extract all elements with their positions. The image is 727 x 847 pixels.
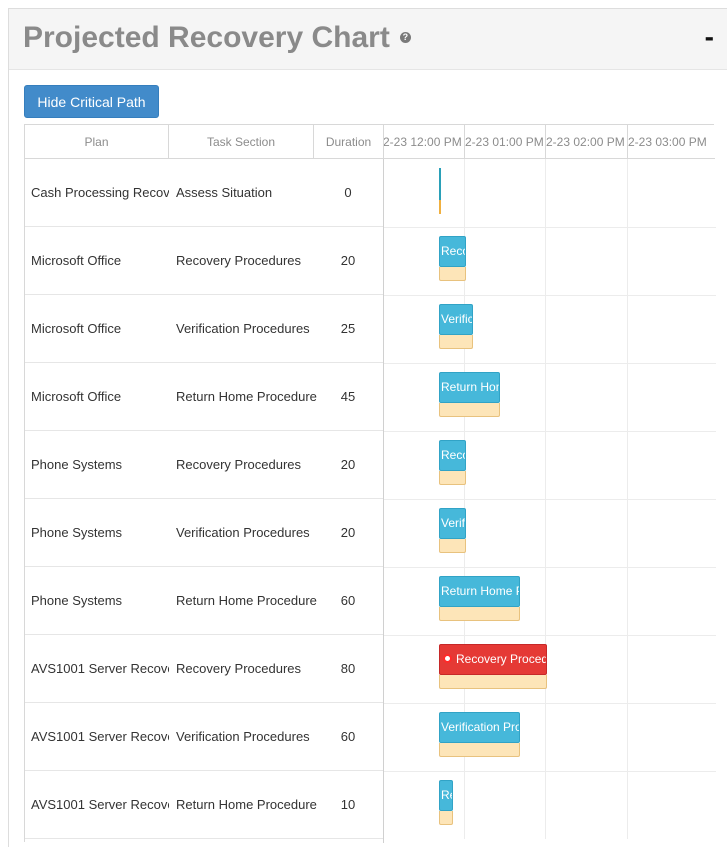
task-bar-label: Return Home Procedure [441,584,519,598]
timeline-header-hour-2: 2-23 01:00 PM [465,125,546,159]
plan-cell: Microsoft Office [31,389,122,404]
task-section-cell: Return Home Procedure [176,389,317,404]
baseline-bar [439,471,466,485]
row-gridline [384,431,716,432]
task-bar[interactable]: Verification Procedures [439,712,520,743]
plan-cell: Cash Processing Recovery [31,185,169,200]
task-bar-label: Return Home Procedure [441,380,499,394]
task-bar-label: Verification Procedures [441,312,472,326]
duration-cell: 60 [340,593,356,608]
duration-cell: 10 [340,797,356,812]
task-section-cell: Recovery Procedures [176,457,301,472]
plan-cell: AVS1001 Server Recovery [31,661,169,676]
task-bar-label: Recovery Procedures [441,448,465,462]
duration-cell: 20 [340,253,356,268]
row-gridline [384,363,716,364]
table-row[interactable]: Phone Systems Recovery Procedures 20 [25,431,384,499]
hide-critical-path-button[interactable]: Hide Critical Path [24,85,159,118]
row-gridline [384,703,716,704]
baseline-bar [439,335,473,349]
duration-cell: 0 [344,185,352,200]
plan-cell: Microsoft Office [31,321,122,336]
task-bar[interactable]: Return Home Procedure [439,372,500,403]
task-bar[interactable]: Recovery Procedures [439,236,466,267]
baseline-bar [439,539,466,553]
table-row[interactable]: Cash Processing Recovery Assess Situation… [25,159,384,227]
baseline-bar [439,811,453,825]
duration-cell: 25 [340,321,356,336]
duration-cell: 45 [340,389,356,404]
task-bar[interactable]: Recovery Procedures [439,440,466,471]
gantt-grid: Plan Task Section Duration 2-23 12:00 PM… [24,124,716,843]
column-header-task-section[interactable]: Task Section [169,125,314,159]
task-bar-label: Return Home Procedure [441,788,452,802]
table-row[interactable]: Phone Systems Return Home Procedure 60 [25,567,384,635]
duration-cell: 20 [340,457,356,472]
row-gridline [384,635,716,636]
table-row[interactable]: AVS1001 Server Recovery Recovery Procedur… [25,635,384,703]
timeline-header-hour-3: 2-23 02:00 PM [546,125,628,159]
row-gridline [384,227,716,228]
baseline-bar [439,743,520,757]
row-gridline [384,295,716,296]
plan-cell: Phone Systems [31,593,123,608]
baseline-bar [439,607,520,621]
collapse-button[interactable]: - [705,23,714,51]
task-section-cell: Return Home Procedure [176,593,317,608]
duration-cell: 20 [340,525,356,540]
baseline-bar [439,403,500,417]
timeline-area: Recovery Procedures Verification Procedur… [383,159,716,843]
plan-cell: AVS1001 Server Recovery [31,797,169,812]
baseline-bar [439,675,547,689]
recovery-chart-panel: Projected Recovery Chart? - Hide Critica… [8,8,727,847]
task-bar-label: Recovery Procedures [456,652,546,666]
task-bar-label: Verification Procedures [441,516,466,530]
critical-path-icon [443,654,452,664]
question-circle-icon[interactable]: ? [399,31,411,43]
milestone-baseline [439,200,441,214]
milestone-marker[interactable] [439,168,441,200]
table-row[interactable]: Phone Systems Verification Procedures 20 [25,499,384,567]
task-section-cell: Verification Procedures [176,321,310,336]
task-section-cell: Verification Procedures [176,729,310,744]
table-row[interactable]: Microsoft Office Verification Procedures 2… [25,295,384,363]
critical-task-bar[interactable]: Recovery Procedures [439,644,547,675]
table-row[interactable]: Microsoft Office Return Home Procedure 45 [25,363,384,431]
column-header-duration[interactable]: Duration [314,125,384,159]
plan-cell: Phone Systems [31,525,123,540]
plan-cell: Phone Systems [31,457,123,472]
plan-cell: Microsoft Office [31,253,122,268]
task-section-cell: Recovery Procedures [176,253,301,268]
task-bar-label: Verification Procedures [441,720,519,734]
table-row[interactable]: Microsoft Office Recovery Procedures 20 [25,227,384,295]
task-bar[interactable]: Verification Procedures [439,508,466,539]
task-bar[interactable]: Return Home Procedure [439,576,520,607]
plan-cell: AVS1001 Server Recovery [31,729,169,744]
panel-heading: Projected Recovery Chart? - [9,9,727,70]
timeline-header-hour-1: 2-23 12:00 PM [384,125,465,159]
row-gridline [384,567,716,568]
table-row[interactable]: AVS1001 Server Recovery Return Home Proce… [25,771,384,839]
baseline-bar [439,267,466,281]
task-bar[interactable]: Verification Procedures [439,304,473,335]
column-header-plan[interactable]: Plan [25,125,169,159]
task-bar-label: Recovery Procedures [441,244,465,258]
panel-title-text: Projected Recovery Chart [23,21,390,54]
duration-cell: 60 [340,729,356,744]
task-section-cell: Assess Situation [176,185,273,200]
timeline-header-hour-4: 2-23 03:00 PM [628,125,715,159]
task-section-cell: Recovery Procedures [176,661,301,676]
duration-cell: 80 [340,661,356,676]
page-title: Projected Recovery Chart? [23,21,411,55]
row-gridline [384,499,716,500]
task-bar[interactable]: Return Home Procedure [439,780,453,811]
task-section-cell: Return Home Procedure [176,797,317,812]
row-gridline [384,771,716,772]
table-row[interactable]: AVS1001 Server Recovery Verification Proc… [25,703,384,771]
task-section-cell: Verification Procedures [176,525,310,540]
